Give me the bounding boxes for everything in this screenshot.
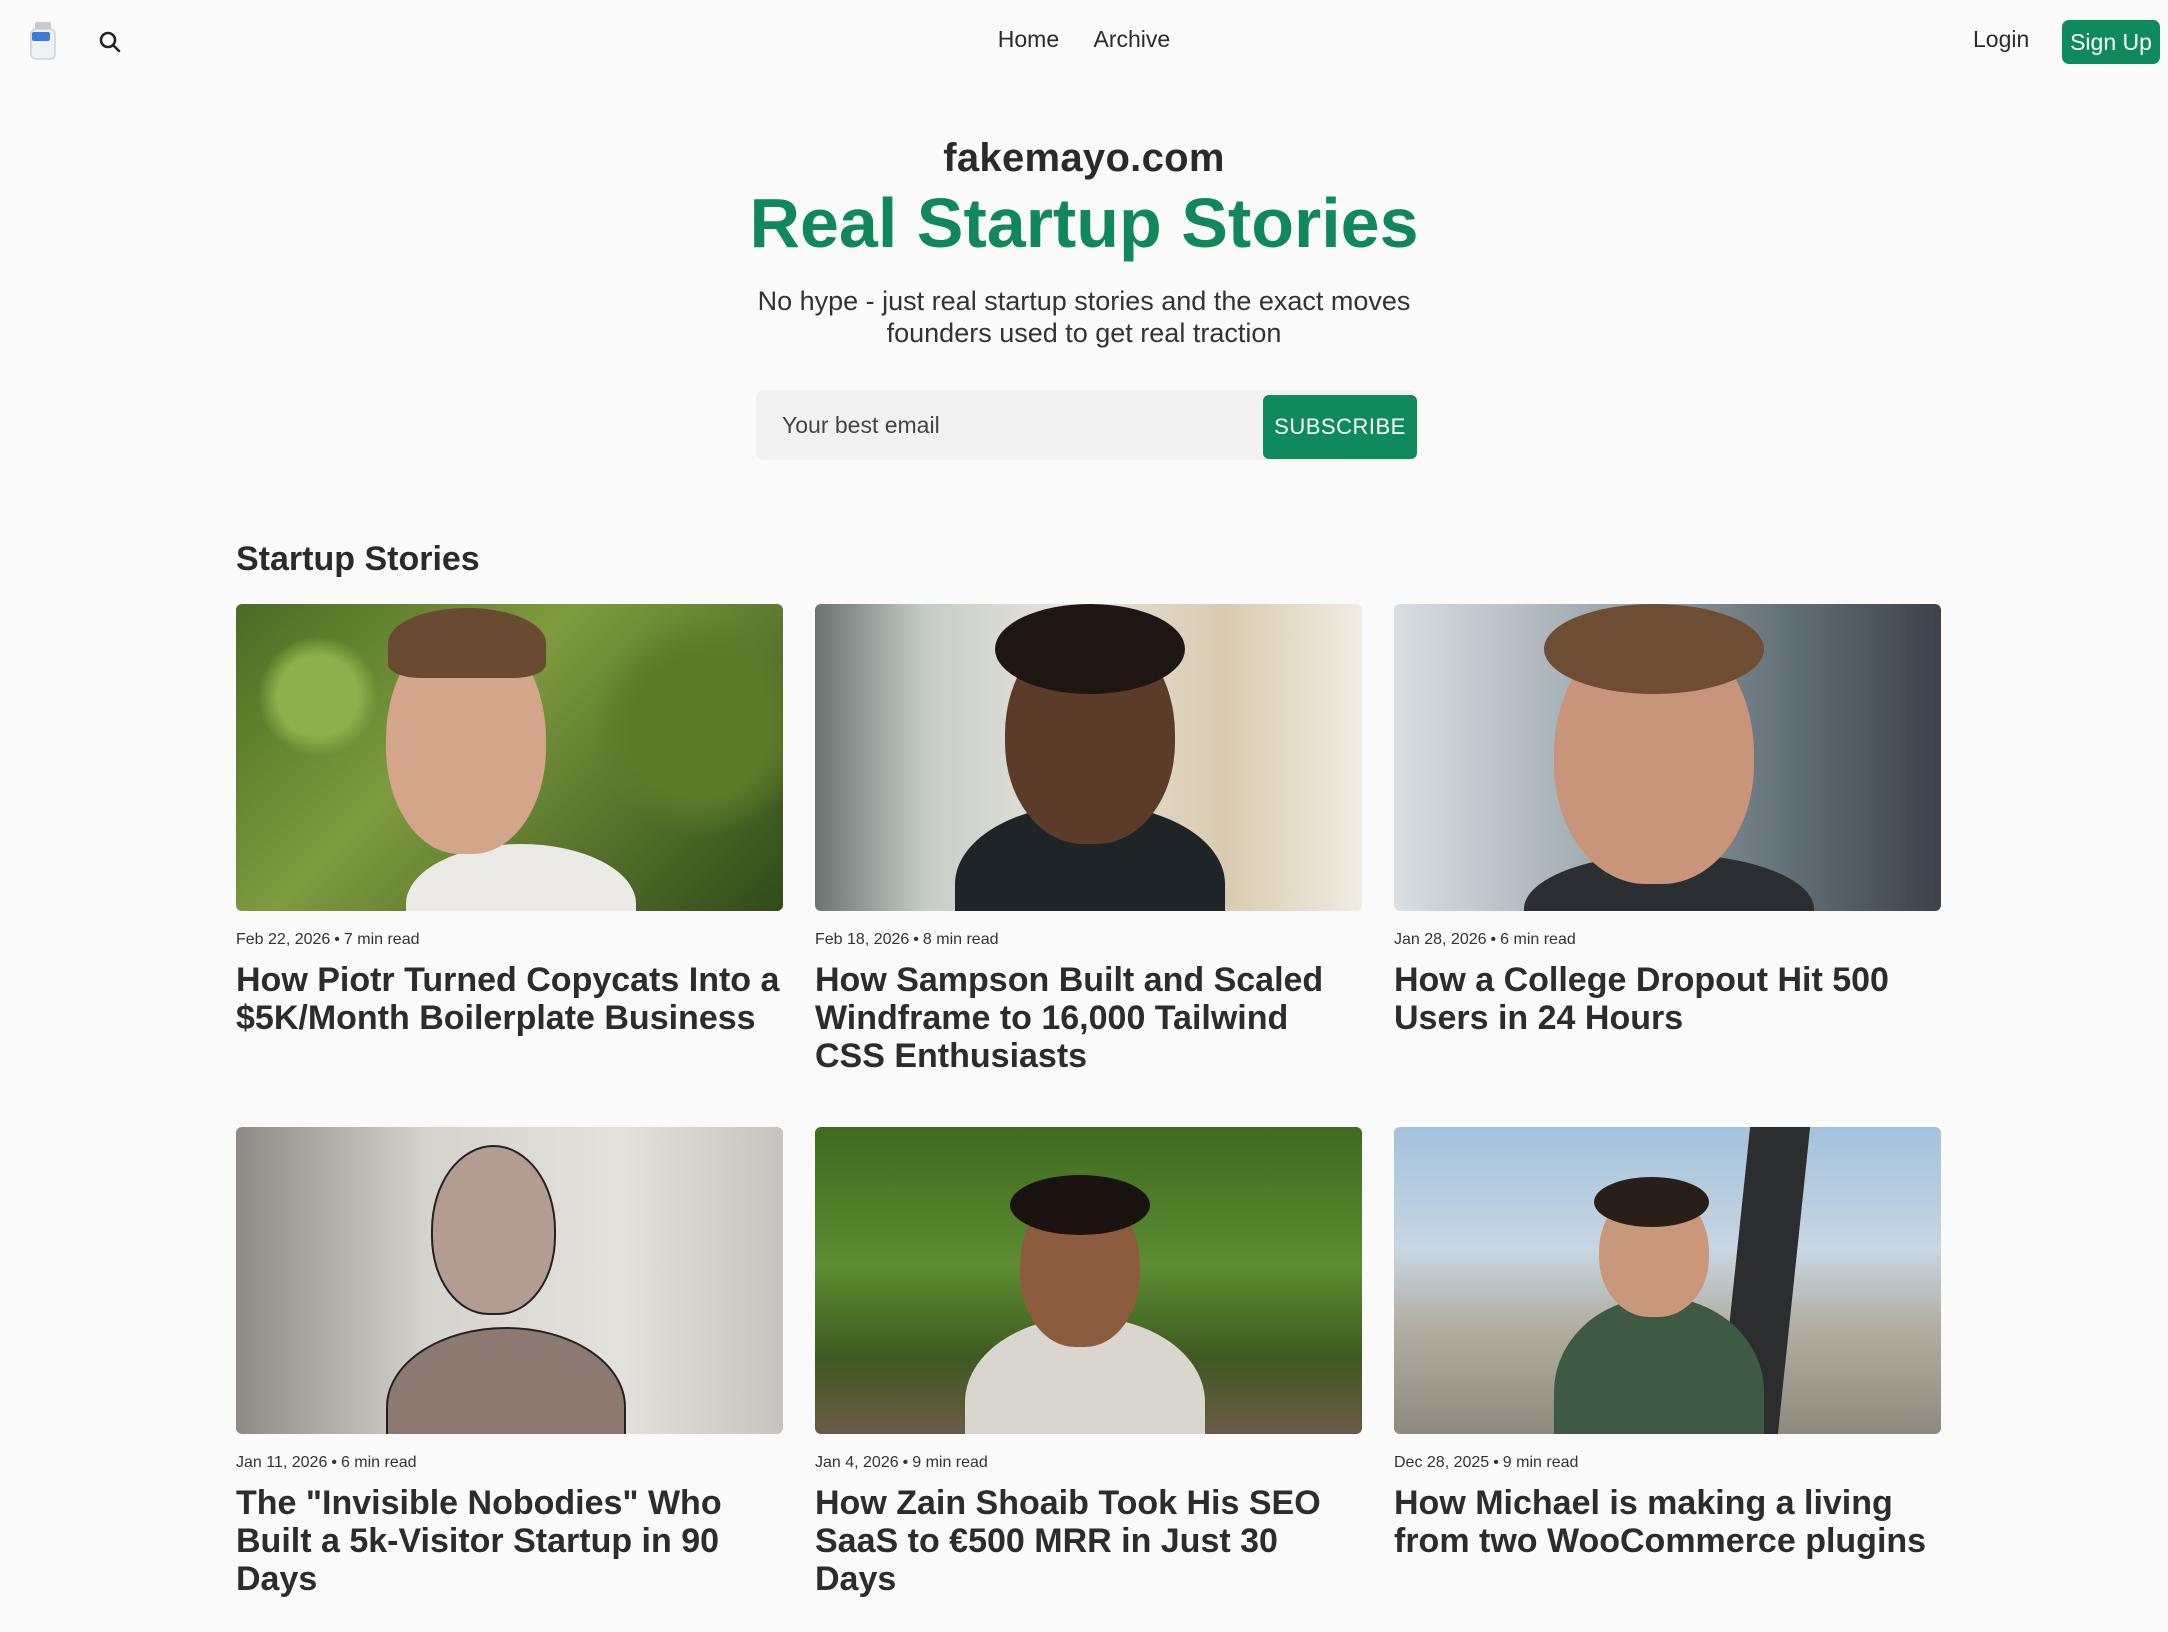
story-date: Jan 4, 2026 [815,1454,899,1471]
story-meta: Jan 11, 2026 • 6 min read [236,1454,417,1471]
hero-tagline: No hype - just real startup stories and … [757,286,1411,348]
story-read-time: 8 min read [922,931,999,948]
story-read-time: 7 min read [343,931,420,948]
story-meta: Jan 4, 2026 • 9 min read [815,1454,988,1471]
nav-archive[interactable]: Archive [1094,26,1171,53]
signup-button[interactable]: Sign Up [2062,20,2160,64]
story-title[interactable]: How a College Dropout Hit 500 Users in 2… [1394,961,1941,1037]
story-title[interactable]: How Sampson Built and Scaled Windframe t… [815,961,1362,1075]
story-title[interactable]: How Zain Shoaib Took His SEO SaaS to €50… [815,1484,1362,1598]
hero-headline: Real Startup Stories [749,184,1419,262]
story-meta: Feb 18, 2026 • 8 min read [815,931,999,948]
story-date: Feb 18, 2026 [815,931,910,948]
story-title[interactable]: How Piotr Turned Copycats Into a $5K/Mon… [236,961,783,1037]
subscribe-button[interactable]: SUBSCRIBE [1263,395,1417,459]
hero-section: fakemayo.com Real Startup Stories No hyp… [0,136,2168,349]
story-card[interactable]: Jan 4, 2026 • 9 min read How Zain Shoaib T… [815,1127,1362,1598]
story-read-time: 6 min read [340,1454,417,1471]
story-image[interactable] [236,1127,783,1434]
main-nav: Home Archive [0,26,2168,53]
story-date: Jan 11, 2026 [236,1454,328,1471]
top-navigation: Home Archive Login Sign Up [0,0,2168,84]
subscribe-form: SUBSCRIBE [756,390,1417,460]
story-meta: Jan 28, 2026 • 6 min read [1394,931,1576,948]
story-card[interactable]: Jan 28, 2026 • 6 min read How a College Dr… [1394,604,1941,1037]
email-input[interactable] [756,390,1256,460]
section-title: Startup Stories [236,540,480,578]
story-card[interactable]: Feb 22, 2026 • 7 min read How Piotr Turned… [236,604,783,1037]
story-meta: Feb 22, 2026 • 7 min read [236,931,420,948]
story-card[interactable]: Jan 11, 2026 • 6 min read The "Invisible N… [236,1127,783,1598]
story-read-time: 9 min read [1502,1454,1579,1471]
story-title[interactable]: How Michael is making a living from two … [1394,1484,1941,1560]
story-date: Dec 28, 2025 [1394,1454,1490,1471]
story-card[interactable]: Feb 18, 2026 • 8 min read How Sampson Buil… [815,604,1362,1075]
site-name: fakemayo.com [943,136,1225,180]
story-meta: Dec 28, 2025 • 9 min read [1394,1454,1579,1471]
story-image[interactable] [1394,1127,1941,1434]
story-image[interactable] [815,604,1362,911]
nav-home[interactable]: Home [998,26,1059,53]
story-image[interactable] [236,604,783,911]
story-read-time: 6 min read [1500,931,1576,948]
login-link[interactable]: Login [1973,26,2029,53]
story-date: Jan 28, 2026 [1394,931,1487,948]
story-read-time: 9 min read [912,1454,988,1471]
story-image[interactable] [815,1127,1362,1434]
story-card[interactable]: Dec 28, 2025 • 9 min read How Michael is m… [1394,1127,1941,1560]
story-date: Feb 22, 2026 [236,931,331,948]
story-image[interactable] [1394,604,1941,911]
story-title[interactable]: The "Invisible Nobodies" Who Built a 5k-… [236,1484,783,1598]
